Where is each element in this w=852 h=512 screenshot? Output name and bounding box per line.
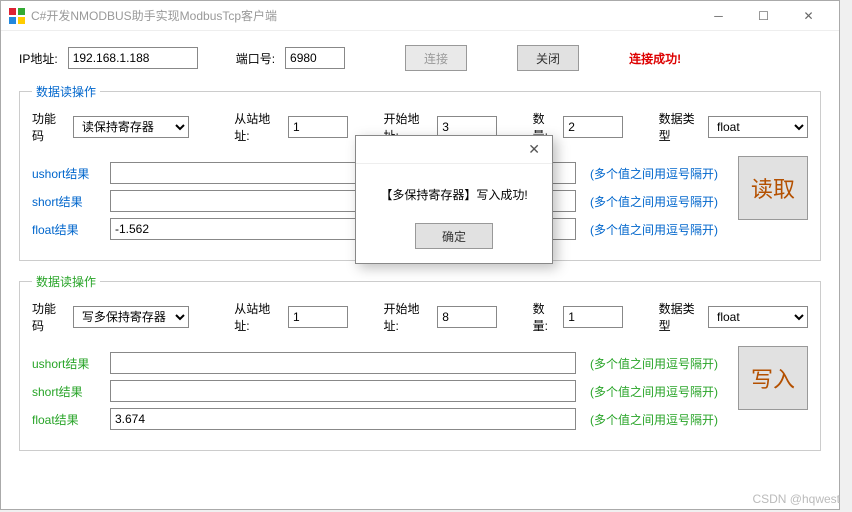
write-func-label: 功能码 — [32, 300, 67, 334]
read-float-label: float结果 — [32, 221, 102, 238]
write-group: 数据读操作 功能码 写多保持寄存器 从站地址: 开始地址: 数量: 数据类型 f… — [19, 273, 821, 451]
maximize-button[interactable]: ☐ — [741, 2, 786, 30]
write-dtype-select[interactable]: float — [708, 306, 808, 328]
message-dialog: ✕ 【多保持寄存器】写入成功! 确定 — [355, 135, 553, 264]
read-func-label: 功能码 — [32, 110, 67, 144]
write-ushort-input[interactable] — [110, 352, 576, 374]
dialog-titlebar: ✕ — [356, 136, 552, 164]
write-results: ushort结果 (多个值之间用逗号隔开) short结果 (多个值之间用逗号隔… — [32, 346, 808, 436]
read-slave-label: 从站地址: — [234, 110, 282, 144]
read-ushort-label: ushort结果 — [32, 165, 102, 182]
write-slave-label: 从站地址: — [234, 300, 282, 334]
read-hint-1: (多个值之间用逗号隔开) — [590, 165, 718, 182]
write-config-row: 功能码 写多保持寄存器 从站地址: 开始地址: 数量: 数据类型 float — [32, 300, 808, 334]
port-label: 端口号: — [236, 50, 275, 67]
write-button[interactable]: 写入 — [738, 346, 808, 410]
watermark: CSDN @hqwest — [752, 492, 840, 506]
write-start-label: 开始地址: — [383, 300, 431, 334]
minimize-button[interactable]: ─ — [696, 2, 741, 30]
app-icon — [9, 8, 25, 24]
close-button[interactable]: ✕ — [786, 2, 831, 30]
write-ushort-label: ushort结果 — [32, 355, 102, 372]
port-input[interactable] — [285, 47, 345, 69]
read-hint-2: (多个值之间用逗号隔开) — [590, 193, 718, 210]
write-start-input[interactable] — [437, 306, 497, 328]
read-dtype-select[interactable]: float — [708, 116, 808, 138]
read-func-select[interactable]: 读保持寄存器 — [73, 116, 189, 138]
connection-row: IP地址: 端口号: 连接 关闭 连接成功! — [19, 45, 821, 71]
window-title: C#开发NMODBUS助手实现ModbusTcp客户端 — [31, 7, 696, 24]
disconnect-button[interactable]: 关闭 — [517, 45, 579, 71]
read-legend: 数据读操作 — [32, 83, 100, 100]
read-count-input[interactable] — [563, 116, 623, 138]
write-hint-1: (多个值之间用逗号隔开) — [590, 355, 718, 372]
connect-button[interactable]: 连接 — [405, 45, 467, 71]
ip-label: IP地址: — [19, 50, 58, 67]
write-dtype-label: 数据类型 — [659, 300, 702, 334]
read-slave-input[interactable] — [288, 116, 348, 138]
write-float-input[interactable] — [110, 408, 576, 430]
dialog-close-icon[interactable]: ✕ — [522, 139, 546, 160]
read-dtype-label: 数据类型 — [659, 110, 702, 144]
read-hint-3: (多个值之间用逗号隔开) — [590, 221, 718, 238]
connection-status: 连接成功! — [629, 50, 681, 67]
write-func-select[interactable]: 写多保持寄存器 — [73, 306, 189, 328]
window-controls: ─ ☐ ✕ — [696, 2, 831, 30]
read-short-label: short结果 — [32, 193, 102, 210]
titlebar: C#开发NMODBUS助手实现ModbusTcp客户端 ─ ☐ ✕ — [1, 1, 839, 31]
write-slave-input[interactable] — [288, 306, 348, 328]
write-count-label: 数量: — [533, 300, 558, 334]
write-legend: 数据读操作 — [32, 273, 100, 290]
write-short-label: short结果 — [32, 383, 102, 400]
read-button[interactable]: 读取 — [738, 156, 808, 220]
write-hint-3: (多个值之间用逗号隔开) — [590, 411, 718, 428]
write-count-input[interactable] — [563, 306, 623, 328]
write-hint-2: (多个值之间用逗号隔开) — [590, 383, 718, 400]
write-short-input[interactable] — [110, 380, 576, 402]
write-float-label: float结果 — [32, 411, 102, 428]
dialog-message: 【多保持寄存器】写入成功! — [356, 164, 552, 215]
dialog-ok-button[interactable]: 确定 — [415, 223, 493, 249]
ip-input[interactable] — [68, 47, 198, 69]
